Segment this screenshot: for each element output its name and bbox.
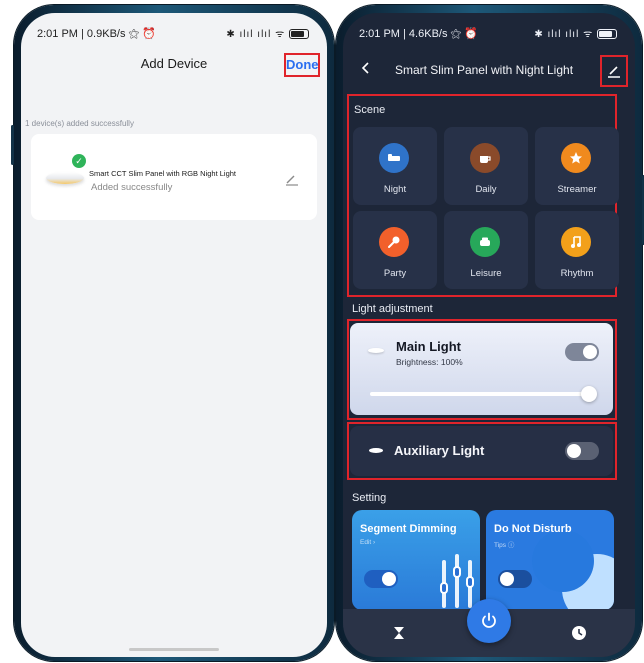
home-indicator xyxy=(129,648,219,651)
fader-knob xyxy=(440,582,448,594)
phone-frame-left: 2:01 PM | 0.9KB/s ⚝ ⏰ ✱ ılıl ılıl ᯤ Add … xyxy=(11,5,334,661)
brightness-slider-thumb[interactable] xyxy=(581,386,597,402)
scene-label: Daily xyxy=(475,184,497,195)
scene-label: Party xyxy=(383,268,407,279)
fader-icon xyxy=(455,554,459,608)
segment-dimming-title: Segment Dimming xyxy=(360,523,457,535)
scene-label: Leisure xyxy=(470,268,502,279)
do-not-disturb-card[interactable]: Do Not Disturb Tips ⓘ xyxy=(486,510,614,610)
volume-button xyxy=(11,125,14,165)
scene-tile-streamer[interactable]: Streamer xyxy=(535,127,619,205)
status-icons: ✱ ılıl ılıl ᯤ xyxy=(534,26,617,40)
scene-tile-leisure[interactable]: Leisure xyxy=(444,211,528,289)
status-time: 2:01 PM | 0.9KB/s ⚝ ⏰ xyxy=(37,28,156,40)
main-light-brightness: Brightness: 100% xyxy=(396,357,463,367)
status-bar: 2:01 PM | 0.9KB/s ⚝ ⏰ ✱ ılıl ılıl ᯤ xyxy=(21,13,327,43)
do-not-disturb-toggle[interactable] xyxy=(498,570,532,588)
toggle-knob xyxy=(500,572,514,586)
edit-button[interactable] xyxy=(600,55,628,87)
scene-tile-night[interactable]: Night xyxy=(353,127,437,205)
fader-knob xyxy=(453,566,461,578)
done-button[interactable]: Done xyxy=(284,53,320,77)
device-panel-screen: 2:01 PM | 4.6KB/s ⚝ ⏰ ✱ ılıl ılıl ᯤ Smar… xyxy=(343,13,635,657)
device-card[interactable]: ✓ Smart CCT Slim Panel with RGB Night Li… xyxy=(31,134,317,220)
page-title: Smart Slim Panel with Night Light xyxy=(394,63,574,77)
scene-label: Rhythm xyxy=(560,268,594,279)
device-status: Added successfully xyxy=(91,182,173,193)
toggle-knob xyxy=(583,345,597,359)
scene-tile-rhythm[interactable]: Rhythm xyxy=(535,211,619,289)
car-icon xyxy=(470,227,500,257)
star-icon xyxy=(561,143,591,173)
device-name: Smart CCT Slim Panel with RGB Night Ligh… xyxy=(89,169,236,178)
signal-icons: ✱ ılıl ılıl ᯤ xyxy=(226,29,286,40)
mic-icon xyxy=(379,227,409,257)
page-title: Add Device xyxy=(140,56,208,71)
lamp-icon xyxy=(368,348,384,353)
pencil-icon xyxy=(608,66,620,78)
aux-light-toggle[interactable] xyxy=(565,442,599,460)
power-button[interactable] xyxy=(467,599,511,643)
segment-dimming-edit[interactable]: Edit › xyxy=(360,539,375,546)
check-icon: ✓ xyxy=(72,154,86,168)
scene-tile-daily[interactable]: Daily xyxy=(444,127,528,205)
battery-icon xyxy=(597,29,617,40)
lamp-icon xyxy=(369,448,383,453)
music-icon xyxy=(561,227,591,257)
dnd-title: Do Not Disturb xyxy=(494,523,572,535)
status-time: 2:01 PM | 4.6KB/s ⚝ ⏰ xyxy=(359,28,478,40)
scene-label: Night xyxy=(383,184,407,195)
toggle-knob xyxy=(382,572,396,586)
main-light-toggle[interactable] xyxy=(565,343,599,361)
scene-tile-party[interactable]: Party xyxy=(353,211,437,289)
segment-dimming-toggle[interactable] xyxy=(364,570,398,588)
bottom-bar xyxy=(343,599,635,657)
fader-knob xyxy=(466,576,474,588)
setting-label: Setting xyxy=(352,492,387,504)
status-icons: ✱ ılıl ılıl ᯤ xyxy=(226,26,309,40)
clock-icon[interactable] xyxy=(571,625,587,641)
light-adjustment-label: Light adjustment xyxy=(352,303,433,315)
scene-label: Streamer xyxy=(557,184,597,195)
scene-label: Scene xyxy=(354,104,386,116)
brightness-slider-track[interactable] xyxy=(370,392,591,396)
segment-dimming-card[interactable]: Segment Dimming Edit › xyxy=(352,510,480,610)
signal-icons: ✱ ılıl ılıl ᯤ xyxy=(534,29,594,40)
aux-light-card[interactable]: Auxiliary Light xyxy=(350,426,613,476)
add-device-screen: 2:01 PM | 0.9KB/s ⚝ ⏰ ✱ ılıl ılıl ᯤ Add … xyxy=(21,13,327,657)
moon-shadow xyxy=(532,530,594,592)
aux-light-title: Auxiliary Light xyxy=(394,443,485,458)
main-light-card[interactable]: Main Light Brightness: 100% xyxy=(350,323,613,415)
toggle-knob xyxy=(567,444,581,458)
bed-icon xyxy=(379,143,409,173)
success-note: 1 device(s) added successfully xyxy=(25,119,134,128)
phone-frame-right: 2:01 PM | 4.6KB/s ⚝ ⏰ ✱ ılıl ılıl ᯤ Smar… xyxy=(336,5,644,661)
power-icon xyxy=(482,612,496,628)
status-bar: 2:01 PM | 4.6KB/s ⚝ ⏰ ✱ ılıl ılıl ᯤ xyxy=(343,13,635,43)
coffee-icon xyxy=(470,143,500,173)
pencil-icon[interactable] xyxy=(285,172,299,186)
back-icon[interactable] xyxy=(359,61,373,75)
dnd-tips[interactable]: Tips ⓘ xyxy=(494,539,514,549)
scene-section: Scene Night Daily Streamer Party Leisure Rhyt… xyxy=(347,94,619,297)
battery-icon xyxy=(289,29,309,40)
main-light-title: Main Light xyxy=(396,339,461,354)
hourglass-icon[interactable] xyxy=(391,625,407,641)
ceiling-lamp-icon xyxy=(46,172,84,184)
